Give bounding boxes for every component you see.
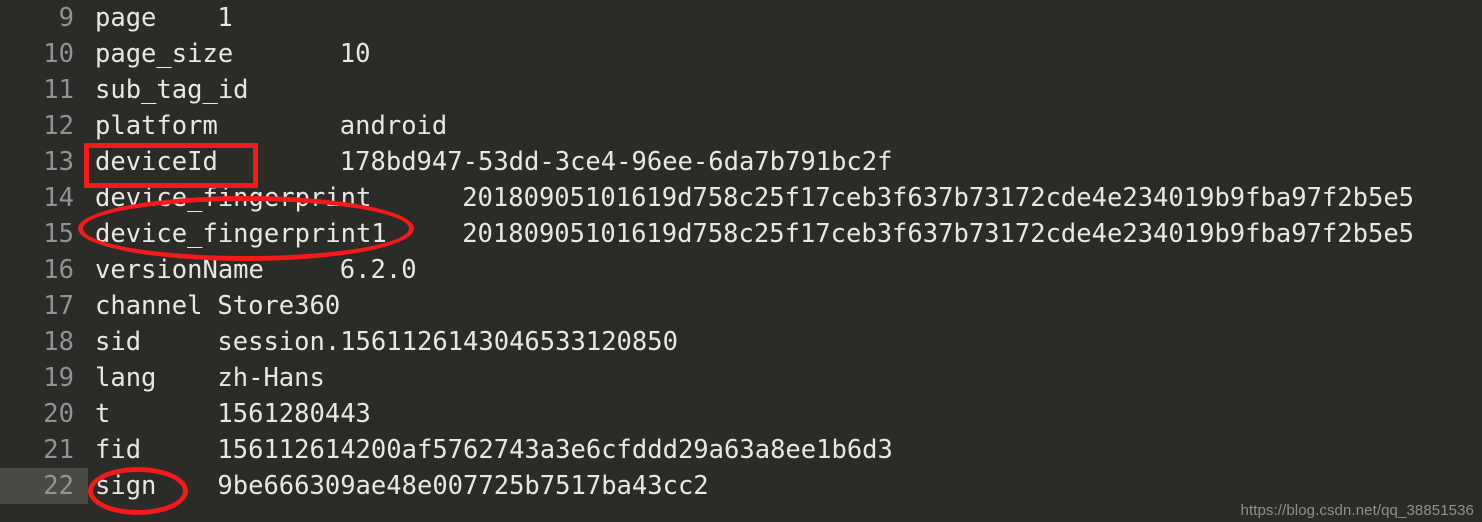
line-number: 12: [43, 111, 74, 141]
code-key: t: [95, 399, 111, 429]
code-line[interactable]: 12 platform android: [0, 108, 1482, 144]
code-editor-screenshot: 9 page 1 10 page_size 10 11 sub_tag_id 12 platfor…: [0, 0, 1482, 522]
code-value: 6.2.0: [339, 255, 417, 285]
code-line[interactable]: 15 device_fingerprint1 20180905101619d758c…: [0, 216, 1482, 252]
code-line[interactable]: 21 fid 156112614200af5762743a3e6cfddd29a63…: [0, 432, 1482, 468]
code-value: 20180905101619d758c25f17ceb3f637b73172cd…: [462, 183, 1415, 213]
code-value: android: [339, 111, 448, 141]
code-value: 9be666309ae48e007725b7517ba43cc2: [217, 471, 709, 501]
line-number: 19: [43, 363, 74, 393]
code-line[interactable]: 9 page 1: [0, 0, 1482, 36]
code-key: fid: [95, 435, 142, 465]
code-line[interactable]: 18 sid session.1561126143046533120850: [0, 324, 1482, 360]
line-number: 17: [43, 291, 74, 321]
line-number: 9: [58, 3, 74, 33]
code-key: deviceId: [95, 147, 218, 177]
code-key: sub_tag_id: [95, 75, 249, 105]
line-number: 22: [0, 468, 88, 504]
code-key: page_size: [95, 39, 234, 69]
code-value: 178bd947-53dd-3ce4-96ee-6da7b791bc2f: [339, 147, 893, 177]
code-value: 156112614200af5762743a3e6cfddd29a63a8ee1…: [217, 435, 893, 465]
code-text-area[interactable]: 9 page 1 10 page_size 10 11 sub_tag_id 12 platfor…: [0, 0, 1482, 522]
line-number: 14: [43, 183, 74, 213]
line-number: 11: [43, 75, 74, 105]
code-line[interactable]: 14 device_fingerprint 20180905101619d758c2…: [0, 180, 1482, 216]
code-line[interactable]: 10 page_size 10: [0, 36, 1482, 72]
line-number: 10: [43, 39, 74, 69]
code-line[interactable]: 20 t 1561280443: [0, 396, 1482, 432]
code-value: zh-Hans: [217, 363, 325, 393]
code-key: device_fingerprint: [95, 183, 372, 213]
line-number: 13: [43, 147, 74, 177]
code-line[interactable]: 17 channel Store360: [0, 288, 1482, 324]
line-number: 18: [43, 327, 74, 357]
code-line[interactable]: 11 sub_tag_id: [0, 72, 1482, 108]
line-number: 21: [43, 435, 74, 465]
watermark-url: https://blog.csdn.net/qq_38851536: [1240, 502, 1474, 519]
code-key: sign: [95, 471, 157, 501]
code-line[interactable]: 16 versionName 6.2.0: [0, 252, 1482, 288]
code-value: 10: [339, 39, 371, 69]
code-value: 1: [217, 3, 233, 33]
code-value: 1561280443: [217, 399, 371, 429]
code-key: sid: [95, 327, 142, 357]
code-value: Store360: [217, 291, 341, 321]
code-value: 20180905101619d758c25f17ceb3f637b73172cd…: [462, 219, 1415, 249]
code-key: page: [95, 3, 157, 33]
code-line[interactable]: 22 sign 9be666309ae48e007725b7517ba43cc2: [0, 468, 1482, 504]
code-key: channel: [95, 291, 203, 321]
code-key: platform: [95, 111, 218, 141]
code-key: device_fingerprint1: [95, 219, 387, 249]
code-line[interactable]: 19 lang zh-Hans: [0, 360, 1482, 396]
code-key: lang: [95, 363, 157, 393]
code-key: versionName: [95, 255, 264, 285]
line-number: 15: [43, 219, 74, 249]
code-line[interactable]: 13 deviceId 178bd947-53dd-3ce4-96ee-6da7b7…: [0, 144, 1482, 180]
line-number: 20: [43, 399, 74, 429]
line-number: 16: [43, 255, 74, 285]
code-value: session.1561126143046533120850: [217, 327, 678, 357]
